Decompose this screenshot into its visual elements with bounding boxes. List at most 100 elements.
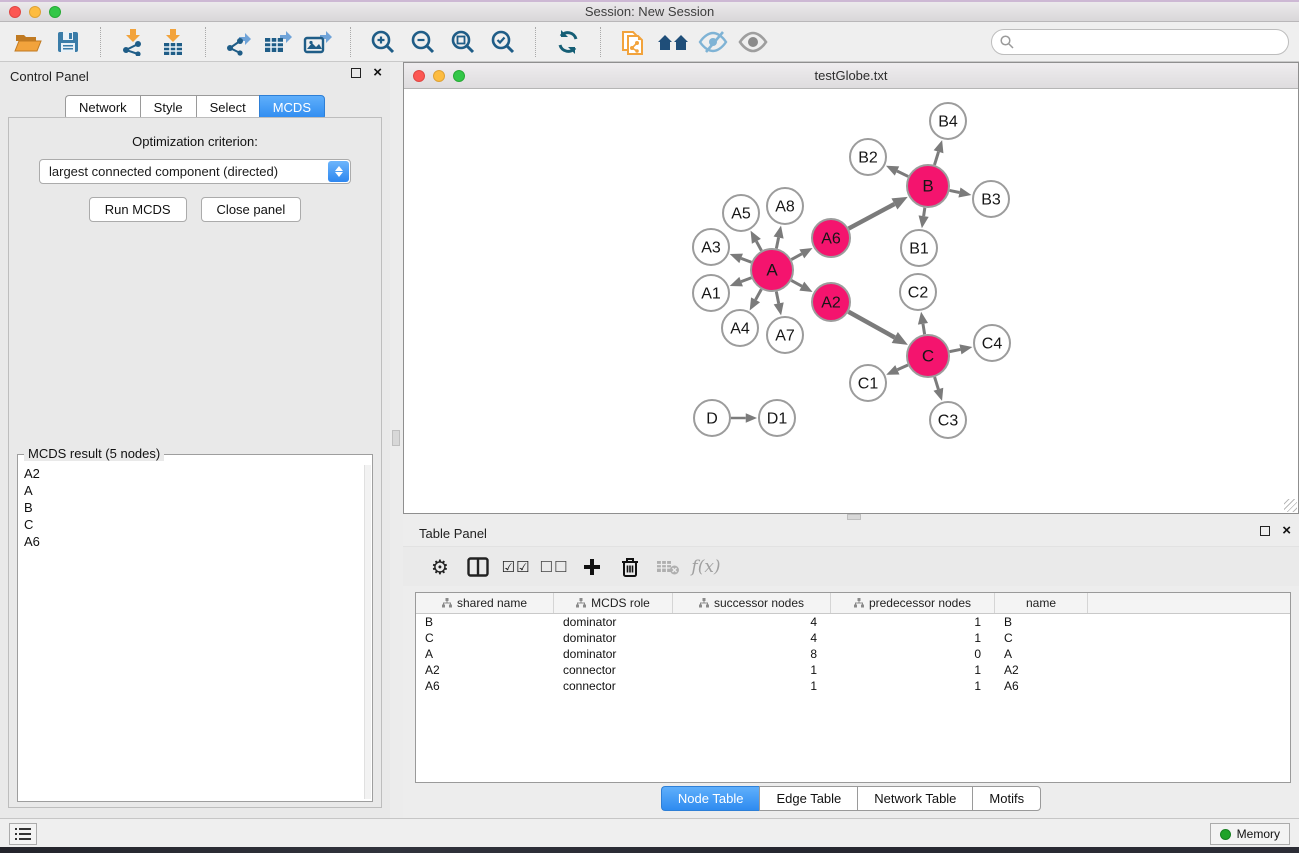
table-cell[interactable]: B <box>416 614 554 630</box>
mcds-result-item[interactable]: C <box>20 516 364 533</box>
mcds-result-list[interactable]: A2ABCA6 <box>20 465 364 799</box>
table-cell[interactable]: 1 <box>831 662 995 678</box>
table-cell[interactable]: A6 <box>416 678 554 694</box>
mcds-result-item[interactable]: A6 <box>20 533 364 550</box>
edge-A-A6[interactable] <box>791 254 801 260</box>
table-row[interactable]: Adominator80A <box>416 646 1290 662</box>
mcds-result-item[interactable]: A2 <box>20 465 364 482</box>
close-panel-button[interactable]: Close panel <box>201 197 302 222</box>
table-cell[interactable]: A2 <box>416 662 554 678</box>
zoom-out-button[interactable] <box>403 25 443 59</box>
float-panel-icon[interactable] <box>1260 526 1270 536</box>
edge-A-A3[interactable] <box>741 258 751 262</box>
edge-C-C2[interactable] <box>923 324 925 334</box>
edge-C-C4[interactable] <box>950 349 961 351</box>
table-cell[interactable]: 1 <box>673 662 831 678</box>
show-panels-button[interactable] <box>733 25 773 59</box>
edge-B-B3[interactable] <box>950 190 960 192</box>
table-cell[interactable]: 4 <box>673 630 831 646</box>
table-cell[interactable]: dominator <box>554 646 673 662</box>
column-header-predecessor-nodes[interactable]: predecessor nodes <box>831 593 995 613</box>
table-cell[interactable]: 8 <box>673 646 831 662</box>
table-cell[interactable]: 0 <box>831 646 995 662</box>
splitter-grabber[interactable] <box>392 430 400 446</box>
vertical-splitter[interactable] <box>390 62 403 818</box>
edge-A2-C[interactable] <box>848 312 894 338</box>
table-cell[interactable]: A2 <box>995 662 1088 678</box>
duplicate-network-button[interactable] <box>613 25 653 59</box>
edge-A-A7[interactable] <box>776 292 778 304</box>
table-row[interactable]: Bdominator41B <box>416 614 1290 630</box>
float-panel-icon[interactable] <box>351 68 361 78</box>
home-layout-button[interactable] <box>653 25 693 59</box>
edge-A-A2[interactable] <box>791 280 801 286</box>
delete-table-button[interactable] <box>649 552 687 582</box>
task-history-button[interactable] <box>9 823 37 845</box>
table-cell[interactable]: dominator <box>554 630 673 646</box>
memory-button[interactable]: Memory <box>1210 823 1290 845</box>
tab-network-table[interactable]: Network Table <box>857 786 972 811</box>
search-input[interactable] <box>991 29 1289 55</box>
table-cell[interactable]: dominator <box>554 614 673 630</box>
edge-C-C1[interactable] <box>897 365 908 370</box>
edge-A-A1[interactable] <box>741 278 751 282</box>
table-cell[interactable]: C <box>995 630 1088 646</box>
column-header-mcds-role[interactable]: MCDS role <box>554 593 673 613</box>
hide-panels-button[interactable] <box>693 25 733 59</box>
table-row[interactable]: A6connector11A6 <box>416 678 1290 694</box>
open-session-button[interactable] <box>8 25 48 59</box>
tab-node-table[interactable]: Node Table <box>661 786 760 811</box>
table-cell[interactable]: B <box>995 614 1088 630</box>
mcds-result-item[interactable]: B <box>20 499 364 516</box>
import-network-button[interactable] <box>113 25 153 59</box>
table-row[interactable]: Cdominator41C <box>416 630 1290 646</box>
tab-motifs[interactable]: Motifs <box>972 786 1041 811</box>
table-settings-button[interactable]: ⚙ <box>421 552 459 582</box>
table-cell[interactable]: 1 <box>673 678 831 694</box>
split-columns-button[interactable] <box>459 552 497 582</box>
column-header-name[interactable]: name <box>995 593 1088 613</box>
run-mcds-button[interactable]: Run MCDS <box>89 197 187 222</box>
close-panel-icon[interactable]: × <box>1282 526 1291 536</box>
table-cell[interactable]: 1 <box>831 678 995 694</box>
import-table-button[interactable] <box>153 25 193 59</box>
edge-C-C3[interactable] <box>935 377 939 389</box>
export-image-button[interactable] <box>298 25 338 59</box>
column-header-shared-name[interactable]: shared name <box>416 593 554 613</box>
table-cell[interactable]: connector <box>554 662 673 678</box>
edge-A-A8[interactable] <box>776 238 778 249</box>
refresh-button[interactable] <box>548 25 588 59</box>
edge-B-B2[interactable] <box>897 171 908 176</box>
save-session-button[interactable] <box>48 25 88 59</box>
criterion-select[interactable]: largest connected component (directed) <box>39 159 351 184</box>
table-cell[interactable]: A <box>995 646 1088 662</box>
delete-column-button[interactable] <box>611 552 649 582</box>
table-cell[interactable]: 1 <box>831 614 995 630</box>
table-cell[interactable]: A6 <box>995 678 1088 694</box>
show-columns-button[interactable]: ☑☑ <box>497 552 535 582</box>
network-canvas[interactable]: AA1A2A3A4A5A6A7A8BB1B2B3B4CC1C2C3C4DD1 <box>404 89 1298 512</box>
close-panel-icon[interactable]: × <box>373 68 382 78</box>
function-builder-button[interactable]: f(x) <box>687 552 725 582</box>
edge-B-B1[interactable] <box>924 208 925 216</box>
table-cell[interactable]: 1 <box>831 630 995 646</box>
edge-A-A5[interactable] <box>756 241 761 250</box>
export-table-button[interactable] <box>258 25 298 59</box>
hide-columns-button[interactable]: ☐☐ <box>535 552 573 582</box>
column-header-successor-nodes[interactable]: successor nodes <box>673 593 831 613</box>
add-column-button[interactable] <box>573 552 611 582</box>
table-cell[interactable]: connector <box>554 678 673 694</box>
mcds-list-scrollbar[interactable] <box>364 465 371 799</box>
edge-A-A4[interactable] <box>756 289 762 300</box>
window-resize-grip[interactable] <box>1284 499 1297 512</box>
mcds-result-item[interactable]: A <box>20 482 364 499</box>
export-network-button[interactable] <box>218 25 258 59</box>
table-cell[interactable]: A <box>416 646 554 662</box>
table-cell[interactable]: C <box>416 630 554 646</box>
edge-B-B4[interactable] <box>934 152 938 165</box>
zoom-fit-button[interactable] <box>443 25 483 59</box>
tab-edge-table[interactable]: Edge Table <box>759 786 857 811</box>
zoom-selected-button[interactable] <box>483 25 523 59</box>
table-row[interactable]: A2connector11A2 <box>416 662 1290 678</box>
table-cell[interactable]: 4 <box>673 614 831 630</box>
